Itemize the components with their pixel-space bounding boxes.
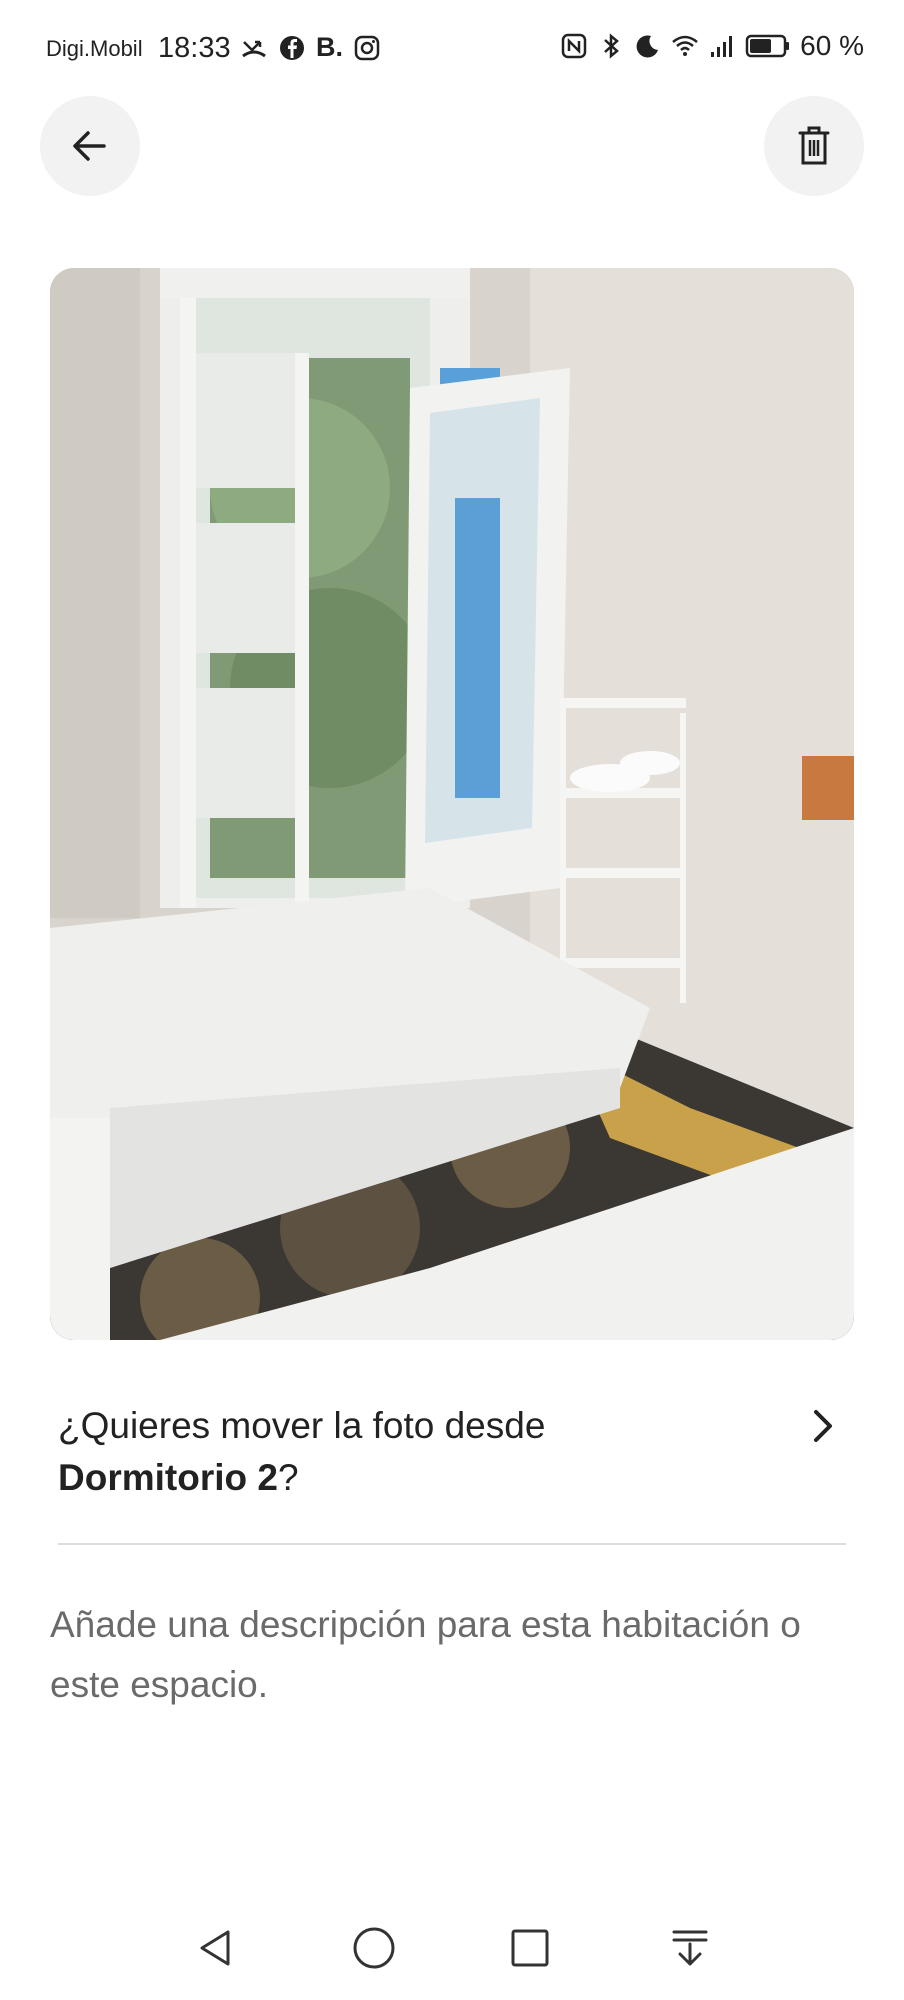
- booking-icon: B.: [316, 32, 343, 62]
- bedroom-photo-image: [50, 268, 854, 1340]
- room-photo[interactable]: [50, 268, 854, 1340]
- signal-icon: [711, 36, 733, 57]
- instagram-icon: [354, 35, 380, 60]
- nfc-icon: [561, 33, 587, 59]
- do-not-disturb-icon: [636, 35, 659, 58]
- battery-icon: [745, 34, 790, 58]
- move-prompt-suffix: ?: [277, 1457, 299, 1498]
- move-prompt-prefix: ¿Quieres mover la foto desde: [58, 1405, 546, 1446]
- delete-button[interactable]: [764, 96, 864, 196]
- nav-notification-button[interactable]: [664, 1922, 716, 1974]
- battery-percent: 60 %: [800, 30, 864, 61]
- divider: [58, 1543, 846, 1545]
- clock-time: 18:33: [158, 32, 231, 64]
- home-circle-icon: [353, 1927, 395, 1969]
- nav-back-button[interactable]: [190, 1922, 242, 1974]
- chevron-right-icon: [814, 1410, 832, 1442]
- back-button[interactable]: [40, 96, 140, 196]
- status-right-icons: 60 %: [560, 30, 864, 62]
- status-left-icons: B.: [240, 32, 381, 63]
- trash-icon: [798, 126, 830, 165]
- bluetooth-icon: [604, 33, 620, 59]
- wifi-icon: [672, 35, 698, 56]
- recents-square-icon: [511, 1929, 549, 1967]
- notification-pull-icon: [672, 1930, 708, 1966]
- move-photo-prompt: ¿Quieres mover la foto desde Dormitorio …: [58, 1400, 738, 1504]
- system-nav-bar: [0, 1910, 904, 2000]
- move-prompt-room: Dormitorio 2: [58, 1457, 278, 1498]
- facebook-icon: [280, 35, 304, 60]
- nav-home-button[interactable]: [348, 1922, 400, 1974]
- status-bar: Digi.Mobil 18:33 B. 60 %: [0, 0, 904, 100]
- nav-recents-button[interactable]: [504, 1922, 556, 1974]
- move-photo-row[interactable]: ¿Quieres mover la foto desde Dormitorio …: [58, 1400, 848, 1510]
- missed-call-icon: [242, 40, 266, 57]
- arrow-left-icon: [73, 131, 106, 161]
- description-input[interactable]: Añade una descripción para esta habitaci…: [50, 1595, 840, 1715]
- back-triangle-icon: [200, 1930, 230, 1966]
- carrier-name: Digi.Mobil: [46, 36, 143, 61]
